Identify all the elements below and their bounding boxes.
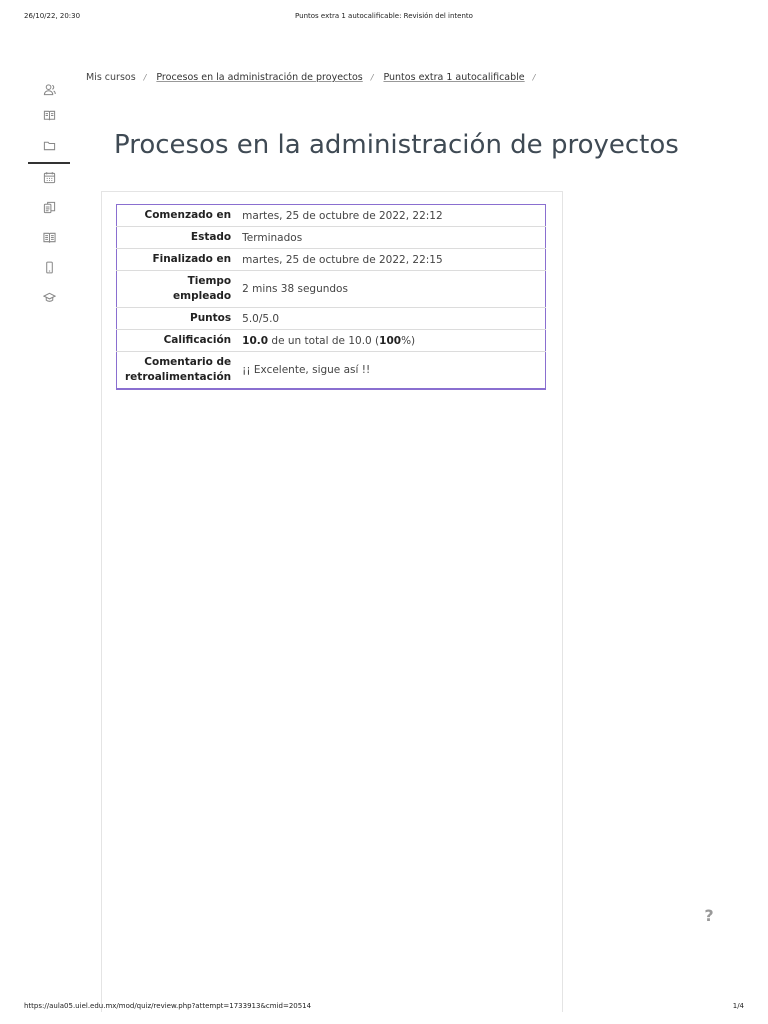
feedback-label-line1: Comentario de — [144, 356, 232, 368]
grade-label: Calificación — [116, 329, 238, 352]
breadcrumb-separator: / — [370, 73, 374, 82]
print-footer: https://aula05.uiel.edu.mx/mod/quiz/revi… — [0, 1002, 768, 1012]
print-header: 26/10/22, 20:30 Puntos extra 1 autocalif… — [0, 12, 768, 22]
started-value: martes, 25 de octubre de 2022, 22:12 — [242, 209, 443, 222]
page-title: Procesos en la administración de proyect… — [114, 130, 679, 160]
finished-value: martes, 25 de octubre de 2022, 22:15 — [237, 248, 546, 271]
copy-icon[interactable] — [28, 196, 70, 218]
time-taken-label-line1: Tiempo — [187, 275, 232, 287]
feedback-label: Comentario de retroalimentación — [116, 351, 238, 389]
table-row: Comenzado en martes, 25 de octubre de 20… — [117, 205, 546, 227]
time-taken-label: Tiempo empleado — [116, 270, 238, 308]
feedback-label-line2: retroalimentación — [125, 371, 232, 383]
breadcrumb-course-link[interactable]: Procesos en la administración de proyect… — [156, 72, 362, 83]
breadcrumb-activity-link[interactable]: Puntos extra 1 autocalificable — [383, 72, 524, 83]
folder-icon[interactable] — [28, 134, 70, 164]
grade-value: 10.0 de un total de 10.0 (100%) — [237, 329, 546, 352]
phone-icon[interactable] — [28, 256, 70, 278]
state-value: Terminados — [237, 226, 546, 249]
feedback-value: ¡¡ Excelente, sigue así !! — [237, 351, 546, 389]
time-taken-label-line2: empleado — [173, 290, 232, 302]
grade-score: 10.0 — [242, 334, 269, 347]
graduation-cap-icon[interactable] — [28, 286, 70, 308]
points-label: Puntos — [116, 307, 238, 330]
table-row: Puntos 5.0/5.0 — [116, 307, 546, 330]
time-taken-value: 2 mins 38 segundos — [237, 270, 546, 308]
breadcrumb-home[interactable]: Mis cursos — [86, 72, 136, 83]
breadcrumb-separator: / — [143, 73, 147, 82]
print-page-counter: 1/4 — [732, 1002, 744, 1010]
table-row: Estado Terminados — [116, 226, 546, 249]
grade-percent: 100 — [379, 334, 402, 347]
book-icon[interactable] — [28, 104, 70, 126]
table-row: Calificación 10.0 de un total de 10.0 (1… — [116, 329, 546, 352]
state-label: Estado — [116, 226, 238, 249]
breadcrumb: Mis cursos / Procesos en la administración… — [86, 72, 545, 83]
finished-label: Finalizado en — [116, 248, 238, 271]
breadcrumb-separator: / — [532, 73, 536, 82]
print-page-title: Puntos extra 1 autocalificable: Revisión… — [295, 12, 473, 20]
help-button[interactable]: ? — [700, 906, 718, 926]
users-icon[interactable] — [28, 78, 70, 100]
grade-middle-text: de un total de 10.0 ( — [268, 334, 380, 347]
table-row: Tiempo empleado 2 mins 38 segundos — [116, 270, 546, 308]
calendar-icon[interactable] — [28, 166, 70, 188]
points-value: 5.0/5.0 — [237, 307, 546, 330]
book-open-icon[interactable] — [28, 226, 70, 248]
table-row: Finalizado en martes, 25 de octubre de 2… — [116, 248, 546, 271]
print-url: https://aula05.uiel.edu.mx/mod/quiz/revi… — [24, 1002, 312, 1010]
grade-end-text: %) — [401, 334, 416, 347]
attempt-summary-table: Comenzado en martes, 25 de octubre de 20… — [116, 204, 546, 390]
table-row: Comentario de retroalimentación ¡¡ Excel… — [116, 351, 546, 389]
started-label: Comenzado en — [144, 209, 232, 221]
